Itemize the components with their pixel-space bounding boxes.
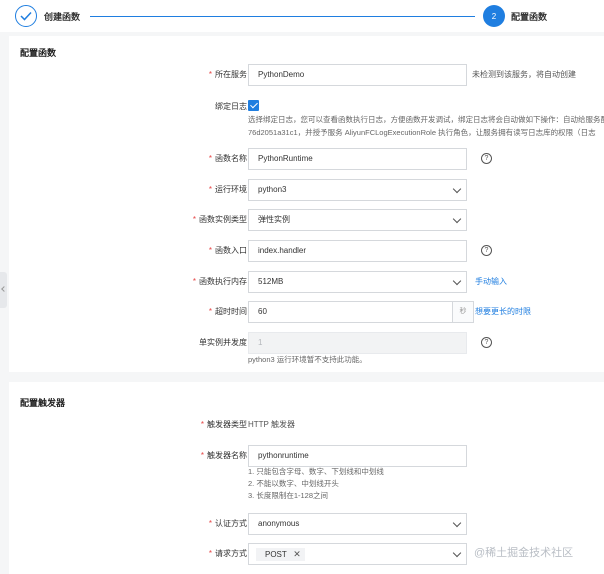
trigger-name-rule: 2. 不能以数字、中划线开头 <box>248 479 339 488</box>
runtime-select[interactable]: python3 <box>248 179 467 201</box>
function-name-row: * 函数名称 PythonRuntime ? <box>9 148 604 170</box>
section-title: 配置触发器 <box>20 398 66 408</box>
chevron-down-icon <box>452 214 462 224</box>
manual-input-link[interactable]: 手动输入 <box>475 271 507 293</box>
help-icon[interactable]: ? <box>481 337 492 348</box>
trigger-name-row: * 触发器名称 pythonruntime <box>9 445 604 467</box>
auth-row: * 认证方式 anonymous <box>9 513 604 535</box>
required-mark: * <box>208 154 212 163</box>
memory-value: 512MB <box>258 277 284 286</box>
step-2-number: 2 <box>483 5 505 27</box>
trigger-name-input[interactable]: pythonruntime <box>248 445 467 467</box>
section-title: 配置函数 <box>20 48 57 58</box>
service-hint: 未检测到该服务，将自动创建 <box>472 70 576 79</box>
concurrency-row: 单实例并发度 1 ? <box>9 332 604 354</box>
function-config-card: 配置函数 * 所在服务 PythonDemo 未检测到该服务，将自动创建 绑定日志… <box>9 36 604 372</box>
trigger-type-value: HTTP 触发器 <box>248 420 295 429</box>
required-mark: * <box>208 185 212 194</box>
instance-type-select[interactable]: 弹性实例 <box>248 209 467 231</box>
log-binding-checkbox[interactable] <box>248 100 259 111</box>
timeout-label: 超时时间 <box>215 307 247 316</box>
handler-input[interactable]: index.handler <box>248 240 467 262</box>
help-icon[interactable]: ? <box>481 153 492 164</box>
runtime-row: * 运行环境 python3 <box>9 179 604 201</box>
runtime-value: python3 <box>258 185 287 194</box>
required-mark: * <box>208 549 212 558</box>
trigger-name-rule: 3. 长度限制在1-128之间 <box>248 491 329 500</box>
memory-row: * 函数执行内存 512MB 手动输入 <box>9 271 604 293</box>
chevron-down-icon <box>452 184 462 194</box>
trigger-name-label: 触发器名称 <box>207 451 247 460</box>
log-binding-help-1: 选择绑定日志，您可以查看函数执行日志，方便函数开发调试，绑定日志将会自动做如下操… <box>248 115 604 124</box>
chevron-down-icon <box>452 518 462 528</box>
chevron-down-icon <box>452 276 462 286</box>
instance-type-label: 函数实例类型 <box>199 215 247 224</box>
chevron-down-icon <box>452 548 462 558</box>
trigger-type-row: * 触发器类型 HTTP 触发器 <box>9 414 604 436</box>
close-icon[interactable]: ✕ <box>293 548 301 561</box>
service-row: * 所在服务 PythonDemo 未检测到该服务，将自动创建 <box>9 64 604 86</box>
service-input[interactable]: PythonDemo <box>248 64 467 86</box>
auth-label: 认证方式 <box>215 519 247 528</box>
instance-type-value: 弹性实例 <box>258 215 290 224</box>
memory-select[interactable]: 512MB <box>248 271 467 293</box>
methods-select[interactable]: POST ✕ <box>248 543 467 565</box>
handler-label: 函数入口 <box>215 246 247 255</box>
collapse-handle[interactable] <box>0 272 7 308</box>
required-mark: * <box>192 277 196 286</box>
function-name-input[interactable]: PythonRuntime <box>248 148 467 170</box>
step-2-label: 配置函数 <box>511 12 548 22</box>
concurrency-note: python3 运行环境暂不支持此功能。 <box>248 355 367 364</box>
step-1-label: 创建函数 <box>44 12 81 22</box>
required-mark: * <box>192 215 196 224</box>
runtime-label: 运行环境 <box>215 185 247 194</box>
instance-type-row: * 函数实例类型 弹性实例 <box>9 209 604 231</box>
required-mark: * <box>200 451 204 460</box>
longer-timeout-link[interactable]: 想要更长的时限 <box>475 301 531 323</box>
method-tag-label: POST <box>265 550 287 559</box>
timeout-row: * 超时时间 60 秒 想要更长的时限 <box>9 301 604 323</box>
trigger-name-rule: 1. 只能包含字母、数字、下划线和中划线 <box>248 467 384 476</box>
help-icon[interactable]: ? <box>481 245 492 256</box>
wizard-steps: 创建函数 2 配置函数 <box>0 0 604 32</box>
timeout-input[interactable]: 60 <box>248 301 453 323</box>
step-1-check-icon <box>15 5 37 27</box>
required-mark: * <box>200 420 204 429</box>
log-binding-label: 绑定日志 <box>215 102 247 111</box>
log-binding-help-2: 76d2051a31c1，并授予服务 AliyunFCLogExecutionR… <box>248 128 596 137</box>
method-tag: POST ✕ <box>256 548 305 561</box>
concurrency-label: 单实例并发度 <box>199 338 247 347</box>
required-mark: * <box>208 307 212 316</box>
timeout-unit: 秒 <box>452 301 474 323</box>
function-name-label: 函数名称 <box>215 154 247 163</box>
step-progress-line <box>90 16 475 17</box>
watermark: @稀土掘金技术社区 <box>474 547 574 559</box>
concurrency-input: 1 <box>248 332 467 354</box>
trigger-type-label: 触发器类型 <box>207 420 247 429</box>
required-mark: * <box>208 246 212 255</box>
required-mark: * <box>208 519 212 528</box>
auth-select[interactable]: anonymous <box>248 513 467 535</box>
service-label: 所在服务 <box>215 70 247 79</box>
methods-label: 请求方式 <box>215 549 247 558</box>
handler-row: * 函数入口 index.handler ? <box>9 240 604 262</box>
auth-value: anonymous <box>258 519 300 528</box>
memory-label: 函数执行内存 <box>199 277 247 286</box>
required-mark: * <box>208 70 212 79</box>
